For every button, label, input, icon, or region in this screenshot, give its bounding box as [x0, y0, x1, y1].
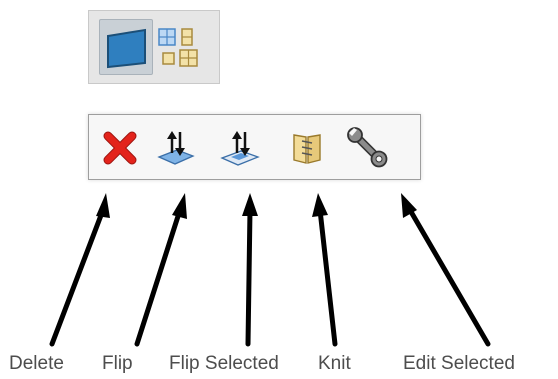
label-knit: Knit — [318, 353, 351, 374]
label-flip: Flip — [102, 353, 133, 374]
arrowhead-flip — [172, 193, 187, 219]
callout-arrows — [49, 193, 491, 347]
arrowhead-flip-selected — [242, 193, 258, 216]
label-flip-selected: Flip Selected — [169, 353, 279, 374]
label-edit-selected: Edit Selected — [403, 353, 515, 374]
arrow-to-edit-selected — [407, 207, 491, 347]
label-delete: Delete — [9, 353, 64, 374]
arrow-to-delete — [49, 207, 106, 347]
arrow-to-flip — [134, 207, 183, 347]
arrow-to-knit — [317, 207, 338, 347]
arrowhead-delete — [96, 193, 110, 218]
arrow-to-flip-selected — [245, 207, 253, 347]
arrowhead-knit — [312, 193, 328, 217]
